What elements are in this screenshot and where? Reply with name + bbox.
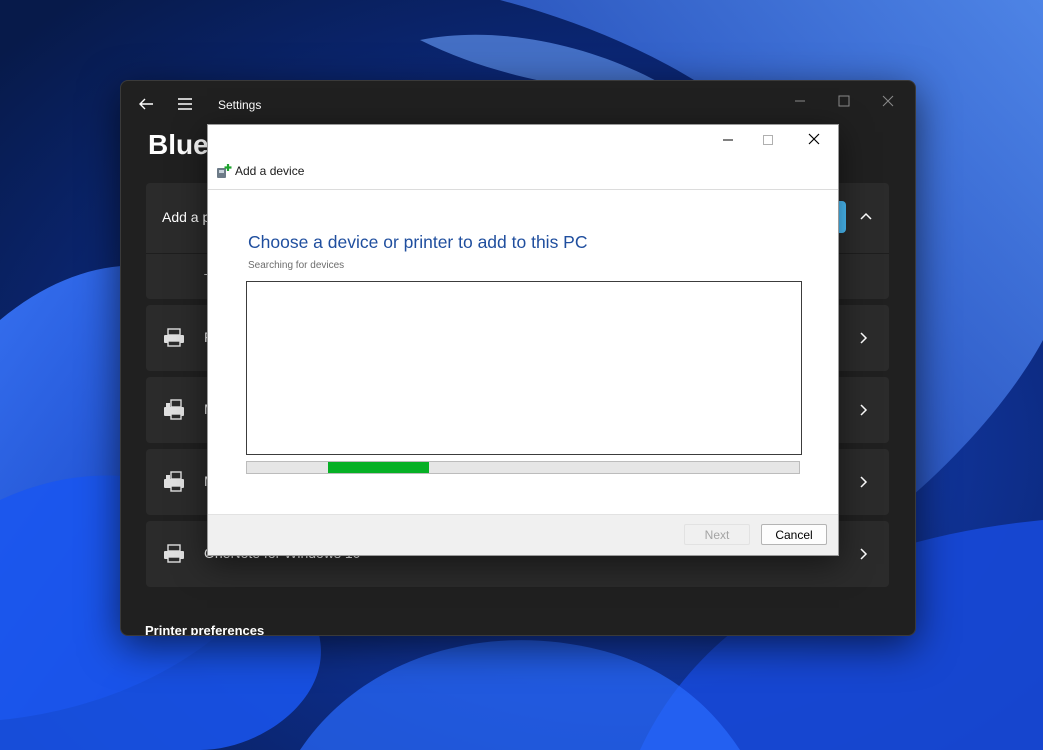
back-arrow-icon[interactable] [137, 95, 155, 113]
dialog-header: Add a device [208, 155, 838, 190]
add-printer-label: Add a p [162, 209, 211, 225]
dialog-title: Add a device [235, 164, 305, 178]
hamburger-menu-icon[interactable] [177, 97, 193, 111]
add-device-icon [217, 164, 232, 178]
chevron-right-icon[interactable] [859, 403, 869, 417]
close-icon[interactable] [796, 129, 832, 151]
next-button[interactable]: Next [684, 524, 750, 545]
dialog-titlebar [208, 125, 838, 155]
fax-printer-icon [164, 399, 184, 420]
progress-fill [328, 462, 430, 473]
settings-titlebar: Settings [121, 81, 915, 129]
dialog-heading: Choose a device or printer to add to thi… [248, 232, 588, 252]
cancel-button[interactable]: Cancel [761, 524, 827, 545]
fax-printer-icon [164, 471, 184, 492]
settings-app-title: Settings [218, 98, 262, 112]
device-list[interactable] [246, 281, 802, 455]
chevron-up-icon[interactable] [859, 209, 873, 223]
dialog-footer: Next Cancel [208, 514, 838, 555]
chevron-right-icon[interactable] [859, 331, 869, 345]
search-progress-bar [246, 461, 800, 474]
chevron-right-icon[interactable] [859, 475, 869, 489]
add-device-dialog: Add a device Choose a device or printer … [207, 124, 839, 556]
printer-icon [164, 544, 184, 563]
close-icon[interactable] [873, 91, 903, 111]
printer-preferences-header: Printer preferences [145, 623, 265, 636]
minimize-icon[interactable] [710, 129, 746, 151]
printer-icon [164, 328, 184, 347]
chevron-right-icon[interactable] [859, 547, 869, 561]
maximize-icon[interactable] [829, 91, 859, 111]
maximize-icon[interactable] [750, 129, 786, 151]
minimize-icon[interactable] [785, 91, 815, 111]
search-status: Searching for devices [248, 260, 345, 271]
